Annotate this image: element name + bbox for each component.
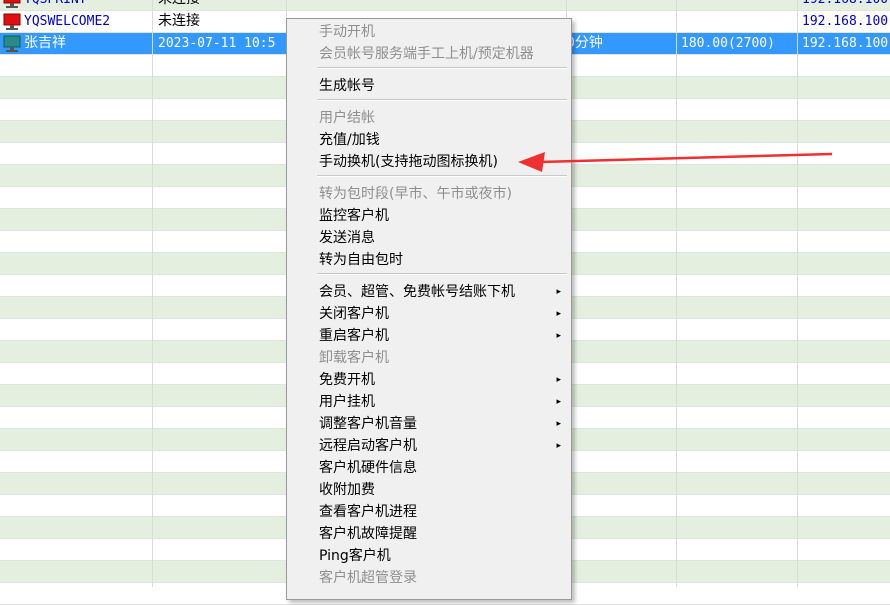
- menu-item[interactable]: 监控客户机: [287, 205, 571, 227]
- submenu-arrow-icon: ▸: [556, 287, 561, 297]
- ip-address: 192.168.100: [802, 14, 889, 29]
- menu-item: 手动开机: [287, 21, 571, 43]
- menu-item-label: 手动开机: [319, 24, 375, 40]
- menu-item[interactable]: 发送消息: [287, 227, 571, 249]
- column-divider: [152, 0, 153, 587]
- client-name: YQSPRINT: [24, 0, 150, 11]
- menu-item[interactable]: Ping客户机: [287, 545, 571, 567]
- menu-item-label: 用户挂机: [319, 394, 375, 410]
- menu-item[interactable]: 收附加费: [287, 479, 571, 501]
- menu-item-label: 调整客户机音量: [319, 416, 417, 432]
- ip-address: 192.168.100: [802, 0, 890, 11]
- menu-item-label: 用户结帐: [319, 110, 375, 126]
- menu-item-label: 生成帐号: [319, 78, 375, 94]
- menu-separator: [317, 67, 567, 69]
- menu-item-label: 远程启动客户机: [319, 438, 417, 454]
- menu-item: 用户结帐: [287, 107, 571, 129]
- menu-item-label: 重启客户机: [319, 328, 389, 344]
- pc-offline-icon: [2, 13, 22, 31]
- submenu-arrow-icon: ▸: [556, 419, 561, 429]
- duration: 0分钟: [566, 35, 603, 51]
- menu-separator: [317, 273, 567, 275]
- menu-item[interactable]: 客户机硬件信息: [287, 457, 571, 479]
- menu-separator: [317, 99, 567, 101]
- pc-offline-icon: [2, 0, 22, 9]
- menu-item-label: 手动换机(支持拖动图标换机): [319, 154, 498, 170]
- menu-item-label: 发送消息: [319, 230, 375, 246]
- menu-item-label: 收附加费: [319, 482, 375, 498]
- table-row[interactable]: YQSPRINT 未连接 192.168.100: [0, 0, 890, 11]
- client-name: YQSWELCOME2: [24, 14, 111, 29]
- menu-item[interactable]: 生成帐号: [287, 75, 571, 97]
- menu-item-label: 客户机硬件信息: [319, 460, 417, 476]
- menu-item-label: 查看客户机进程: [319, 504, 417, 520]
- menu-item[interactable]: 用户挂机 ▸: [287, 391, 571, 413]
- submenu-arrow-icon: ▸: [556, 375, 561, 385]
- menu-item-label: 会员帐号服务端手工上机/预定机器: [319, 46, 534, 62]
- menu-item[interactable]: 会员、超管、免费帐号结账下机 ▸: [287, 281, 571, 303]
- menu-item: 卸载客户机: [287, 347, 571, 369]
- menu-item[interactable]: 调整客户机音量 ▸: [287, 413, 571, 435]
- menu-item-label: 关闭客户机: [319, 306, 389, 322]
- menu-item[interactable]: 手动换机(支持拖动图标换机): [287, 151, 571, 173]
- menu-item[interactable]: 充值/加钱: [287, 129, 571, 151]
- menu-item-label: Ping客户机: [319, 548, 391, 564]
- submenu-arrow-icon: ▸: [556, 397, 561, 407]
- connection-status: 未连接: [158, 13, 200, 29]
- menu-item-label: 客户机超管登录: [319, 570, 417, 586]
- menu-item-label: 监控客户机: [319, 208, 389, 224]
- menu-item[interactable]: 远程启动客户机 ▸: [287, 435, 571, 457]
- context-menu: 手动开机会员帐号服务端手工上机/预定机器 生成帐号用户结帐充值/加钱手动换机(支持…: [286, 18, 572, 600]
- menu-item-label: 会员、超管、免费帐号结账下机: [319, 284, 515, 300]
- menu-item[interactable]: 重启客户机 ▸: [287, 325, 571, 347]
- menu-item[interactable]: 转为自由包时: [287, 249, 571, 271]
- submenu-arrow-icon: ▸: [556, 441, 561, 451]
- menu-item[interactable]: 查看客户机进程: [287, 501, 571, 523]
- menu-item[interactable]: 关闭客户机 ▸: [287, 303, 571, 325]
- menu-item-label: 免费开机: [319, 372, 375, 388]
- menu-item[interactable]: 客户机故障提醒: [287, 523, 571, 545]
- menu-item-label: 转为包时段(早市、午市或夜市): [319, 186, 512, 202]
- menu-separator: [317, 175, 567, 177]
- menu-item-label: 转为自由包时: [319, 252, 403, 268]
- menu-item: 客户机超管登录: [287, 567, 571, 589]
- column-divider: [676, 0, 677, 587]
- column-divider: [797, 0, 798, 587]
- menu-item-label: 客户机故障提醒: [319, 526, 417, 542]
- client-name: 张吉祥: [24, 35, 66, 51]
- menu-item[interactable]: 免费开机 ▸: [287, 369, 571, 391]
- pc-online-icon: [2, 35, 22, 53]
- menu-item-label: 充值/加钱: [319, 132, 380, 148]
- menu-item-label: 卸载客户机: [319, 350, 389, 366]
- start-time: 2023-07-11 10:5: [158, 36, 276, 51]
- menu-item: 会员帐号服务端手工上机/预定机器: [287, 43, 571, 65]
- submenu-arrow-icon: ▸: [556, 309, 561, 319]
- menu-item: 转为包时段(早市、午市或夜市): [287, 183, 571, 205]
- ip-address: 192.168.100: [802, 36, 889, 51]
- connection-status: 未连接: [158, 0, 284, 11]
- submenu-arrow-icon: ▸: [556, 331, 561, 341]
- amount: 180.00(2700): [681, 36, 775, 51]
